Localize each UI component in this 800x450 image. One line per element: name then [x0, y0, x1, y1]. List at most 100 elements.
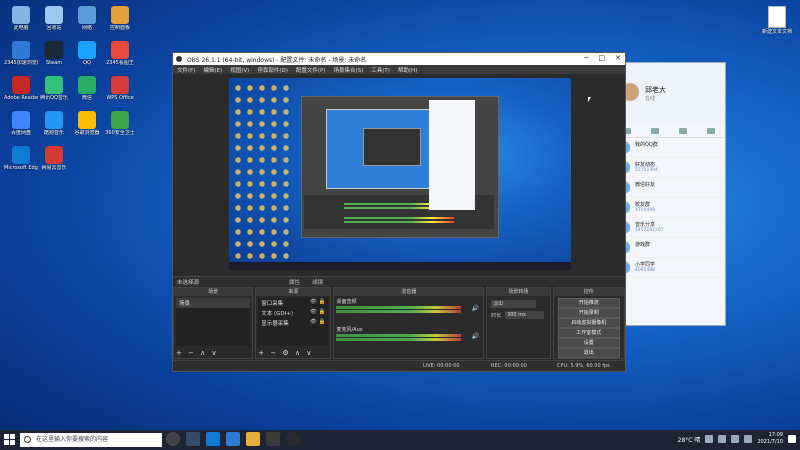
source-actions[interactable]: + − ⚙ ∧ ∨ — [258, 349, 313, 357]
preview-canvas[interactable] — [229, 78, 571, 270]
desktop-icon[interactable]: 此电脑 — [4, 6, 38, 31]
desktop-icon[interactable]: 谷歌浏览器 — [70, 111, 104, 136]
close-icon[interactable]: ✕ — [615, 54, 621, 62]
qq-item-title: 好友动态 — [635, 162, 656, 168]
scene-actions[interactable]: + − ∧ ∨ — [176, 349, 219, 357]
ime-icon[interactable] — [744, 435, 753, 443]
qq-list-item[interactable]: 小学同学 4095488 — [613, 258, 725, 278]
desktop-icon[interactable]: QQ — [70, 41, 104, 66]
qq-list-item[interactable]: 微信好友 — [613, 178, 725, 198]
controls-dock[interactable]: 控件 开始推流 开始录制 启动虚拟摄像机 工作室模式 设置 退出 — [552, 287, 625, 359]
desktop-icon[interactable]: Adobe Reader — [4, 76, 38, 101]
menu-item[interactable]: 停靠部件(D) — [257, 66, 288, 74]
source-item[interactable]: 文本 (GDI+) 👁 🔒 — [258, 308, 328, 318]
desktop-icon[interactable]: 网络 — [70, 6, 104, 31]
browser-icon[interactable] — [226, 432, 240, 446]
taskbar-search[interactable]: 在这里输入你要搜索的内容 — [20, 433, 162, 447]
mixer-dock[interactable]: 混音器 桌面音频 🔊 麦克风/Aux 🔊 — [333, 287, 485, 359]
desktop-icon[interactable]: 酷狗音乐 — [37, 111, 71, 136]
menu-item[interactable]: 视图(V) — [230, 66, 249, 74]
speaker-icon[interactable]: 🔊 — [472, 305, 479, 312]
desktop-icon[interactable]: 网易云音乐 — [37, 146, 71, 171]
transitions-dock[interactable]: 场景转场 淡出 时长 300 ms — [486, 287, 551, 359]
desktop-icon[interactable]: Microsoft Edge — [4, 146, 38, 171]
transition-select[interactable]: 淡出 — [491, 300, 536, 308]
space-icon[interactable] — [679, 128, 687, 134]
obs-icon[interactable] — [266, 432, 280, 446]
duration-input[interactable]: 300 ms — [505, 311, 544, 319]
taskbar-apps[interactable] — [166, 432, 300, 446]
desktop-icon[interactable]: 2345加速浏览器 — [4, 41, 38, 66]
obs-window[interactable]: OBS 26.1.1 (64-bit, windows) - 配置文件: 未命名… — [172, 52, 626, 372]
qq-contact-list[interactable]: 我的QQ群 好友动态 22751394 微信好友 校友群 4700498 音乐分享 14521… — [613, 138, 725, 278]
transitions-title: 场景转场 — [487, 288, 550, 296]
desktop-icon[interactable]: 微信 — [70, 76, 104, 101]
scene-item[interactable]: 场景 — [176, 298, 251, 308]
desktop-icon[interactable]: 控制面板 — [103, 6, 137, 31]
sources-list[interactable]: 窗口采集 👁 🔒 文本 (GDI+) 👁 🔒 显示器采集 👁 🔒 — [258, 298, 329, 346]
filters-button[interactable]: 滤镜 — [312, 278, 323, 286]
visibility-lock-icon[interactable]: 👁 🔒 — [310, 319, 326, 325]
qq-tabs[interactable] — [613, 125, 725, 138]
new-text-file-icon[interactable]: 新建文本文档 — [758, 6, 796, 35]
obs-titlebar[interactable]: OBS 26.1.1 (64-bit, windows) - 配置文件: 未命名… — [173, 53, 625, 65]
task-view-icon[interactable] — [186, 432, 200, 446]
menu-item[interactable]: 帮助(H) — [398, 66, 417, 74]
control-button[interactable]: 工作室模式 — [557, 328, 620, 338]
mixer-track-desktop[interactable]: 桌面音频 🔊 — [336, 298, 481, 322]
maximize-icon[interactable]: □ — [599, 54, 606, 62]
speaker-icon[interactable]: 🔊 — [472, 333, 479, 340]
source-toolbar: 未选择源 属性 滤镜 — [173, 276, 625, 287]
desktop-icon[interactable]: 回收站 — [37, 6, 71, 31]
qq-list-item[interactable]: 好友动态 22751394 — [613, 158, 725, 178]
qq-item-sub: 4095488 — [635, 268, 656, 273]
file-explorer-icon[interactable] — [246, 432, 260, 446]
qq-list-item[interactable]: 校友群 4700498 — [613, 198, 725, 218]
cortana-icon[interactable] — [166, 432, 180, 446]
desktop-icon[interactable]: 百度网盘 — [4, 111, 38, 136]
mixer-track-mic[interactable]: 麦克风/Aux 🔊 — [336, 326, 481, 350]
menu-item[interactable]: 配置文件(P) — [296, 66, 326, 74]
desktop-icon[interactable]: WPS Office — [103, 76, 137, 101]
qq-list-item[interactable]: 游戏群 — [613, 238, 725, 258]
obs-running-icon[interactable] — [286, 432, 300, 446]
network-icon[interactable] — [718, 435, 727, 443]
visibility-lock-icon[interactable]: 👁 🔒 — [310, 299, 326, 305]
weather-widget[interactable]: 28°C 晴 — [678, 435, 701, 444]
qq-list-item[interactable]: 我的QQ群 — [613, 138, 725, 158]
visibility-lock-icon[interactable]: 👁 🔒 — [310, 309, 326, 315]
menu-item[interactable]: 文件(F) — [177, 66, 195, 74]
desktop-icon[interactable]: 360安全卫士 — [103, 111, 137, 136]
menu-item[interactable]: 编辑(E) — [203, 66, 222, 74]
properties-button[interactable]: 属性 — [289, 278, 300, 286]
volume-icon[interactable] — [731, 435, 740, 443]
menu-item[interactable]: 工具(T) — [371, 66, 390, 74]
start-button[interactable] — [4, 434, 16, 446]
control-button[interactable]: 设置 — [557, 338, 620, 348]
menu-item[interactable]: 场景集合(S) — [333, 66, 363, 74]
control-button[interactable]: 退出 — [557, 348, 620, 358]
desktop-icon[interactable]: 腾讯QQ音乐 — [37, 76, 71, 101]
control-button[interactable]: 启动虚拟摄像机 — [557, 318, 620, 328]
control-button[interactable]: 开始推流 — [557, 298, 620, 308]
source-item[interactable]: 显示器采集 👁 🔒 — [258, 318, 328, 328]
contacts-icon[interactable] — [651, 128, 659, 134]
system-tray[interactable]: 28°C 晴 17:09 2021/7/10 — [678, 432, 796, 446]
notification-icon[interactable] — [788, 435, 796, 443]
desktop-icon[interactable]: 2345看图王 — [103, 41, 137, 66]
desktop-icon[interactable]: Steam — [37, 41, 71, 66]
tray-arrow-icon[interactable] — [705, 435, 714, 443]
scenes-dock[interactable]: 场景 场景 + − ∧ ∨ — [173, 287, 254, 359]
more-icon[interactable] — [707, 128, 715, 134]
app-icon — [111, 111, 129, 129]
minimize-icon[interactable]: ─ — [584, 54, 588, 62]
control-button[interactable]: 开始录制 — [557, 308, 620, 318]
clock[interactable]: 17:09 2021/7/10 — [757, 432, 783, 446]
qq-list-item[interactable]: 音乐分享 1452192207 — [613, 218, 725, 238]
sources-dock[interactable]: 来源 窗口采集 👁 🔒 文本 (GDI+) 👁 🔒 显示器采集 👁 🔒 + − ⚙ ∧ ∨ — [255, 287, 332, 359]
qq-panel[interactable]: 邱老大 在线 我的QQ群 好友动态 22751394 微信好友 校友群 4700498 音乐… — [612, 62, 726, 326]
scenes-list[interactable]: 场景 — [176, 298, 251, 346]
source-item[interactable]: 窗口采集 👁 🔒 — [258, 298, 328, 308]
edge-icon[interactable] — [206, 432, 220, 446]
preview-area[interactable] — [173, 74, 625, 276]
